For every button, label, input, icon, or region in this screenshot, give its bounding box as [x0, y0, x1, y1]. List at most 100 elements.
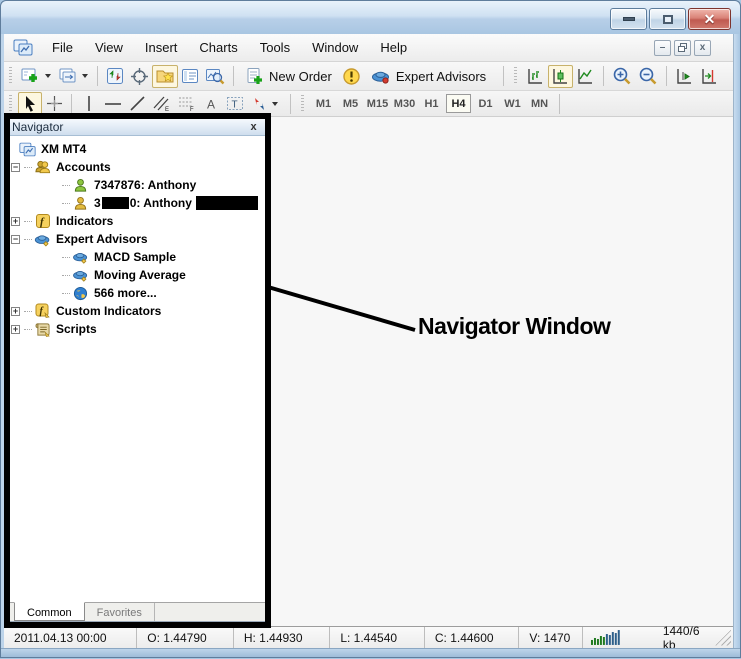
- profiles-icon: [58, 67, 78, 85]
- horizontal-line-tool[interactable]: [101, 92, 125, 115]
- arrows-dropdown-caret[interactable]: [272, 102, 278, 106]
- tree-item-moving-average[interactable]: Moving Average: [6, 266, 265, 284]
- tab-favorites[interactable]: Favorites: [85, 603, 155, 621]
- expand-toggle-icon[interactable]: +: [11, 307, 20, 316]
- status-volume: V: 1470: [519, 627, 582, 648]
- navigator-titlebar[interactable]: Navigator x: [6, 119, 265, 136]
- toolbar-grip[interactable]: [8, 67, 13, 85]
- crosshair-target-icon: [130, 67, 149, 86]
- arrows-tool[interactable]: [247, 92, 271, 115]
- bar-chart-button[interactable]: [523, 65, 548, 88]
- tree-item-custom-indicators[interactable]: + f Custom Indicators: [6, 302, 265, 320]
- menu-tools[interactable]: Tools: [249, 35, 301, 60]
- fibonacci-tool[interactable]: F: [174, 92, 199, 115]
- mt4-main-window: ✕ File View Insert Charts Tools Window H…: [0, 0, 741, 658]
- close-button[interactable]: ✕: [688, 8, 731, 30]
- tree-item-account-2[interactable]: 30: Anthony: [6, 194, 265, 212]
- child-restore-button[interactable]: [674, 40, 691, 56]
- text-label-icon: T: [226, 95, 244, 112]
- profiles-dropdown-caret[interactable]: [82, 74, 88, 78]
- cursor-tool-button[interactable]: [18, 92, 42, 115]
- tree-label: Expert Advisors: [56, 232, 148, 246]
- tree-connector: [24, 239, 32, 240]
- menu-insert[interactable]: Insert: [134, 35, 189, 60]
- tree-item-more[interactable]: 566 more...: [6, 284, 265, 302]
- profiles-button[interactable]: [55, 65, 81, 88]
- menu-view[interactable]: View: [84, 35, 134, 60]
- zoom-in-button[interactable]: [609, 65, 635, 88]
- timeframe-m15[interactable]: M15: [365, 94, 390, 113]
- menu-charts[interactable]: Charts: [188, 35, 248, 60]
- menu-help[interactable]: Help: [369, 35, 418, 60]
- text-label-tool[interactable]: T: [223, 92, 247, 115]
- collapse-toggle-icon[interactable]: −: [11, 163, 20, 172]
- redaction-box: [102, 197, 129, 209]
- navigator-button[interactable]: [152, 65, 178, 88]
- separator: [290, 94, 291, 114]
- tree-item-scripts[interactable]: + Scripts: [6, 320, 265, 338]
- tree-label: 7347876: Anthony: [94, 178, 196, 192]
- vertical-line-tool[interactable]: [77, 92, 101, 115]
- tree-label: Indicators: [56, 214, 113, 228]
- resize-grip[interactable]: [715, 630, 731, 646]
- collapse-toggle-icon[interactable]: −: [11, 235, 20, 244]
- tree-connector: [24, 221, 32, 222]
- svg-text:E: E: [165, 107, 169, 112]
- text-tool[interactable]: A: [199, 92, 223, 115]
- timeframe-m30[interactable]: M30: [392, 94, 417, 113]
- market-watch-button[interactable]: [103, 65, 127, 88]
- timeframe-m1[interactable]: M1: [311, 94, 336, 113]
- tree-item-broker[interactable]: XM MT4: [6, 140, 265, 158]
- candlestick-chart-button[interactable]: [548, 65, 573, 88]
- annotation-label: Navigator Window: [418, 313, 610, 340]
- vertical-line-icon: [82, 95, 96, 112]
- crosshair-icon: [46, 95, 63, 112]
- expand-toggle-icon[interactable]: +: [11, 217, 20, 226]
- tree-item-account-1[interactable]: 7347876: Anthony: [6, 176, 265, 194]
- menu-window[interactable]: Window: [301, 35, 369, 60]
- window-border-right: [733, 34, 740, 648]
- auto-scroll-button[interactable]: [672, 65, 697, 88]
- terminal-button[interactable]: [178, 65, 202, 88]
- strategy-tester-button[interactable]: [202, 65, 228, 88]
- timeframe-h4[interactable]: H4: [446, 94, 471, 113]
- expand-toggle-icon[interactable]: +: [11, 325, 20, 334]
- timeframe-m5[interactable]: M5: [338, 94, 363, 113]
- toolbar-grip[interactable]: [300, 95, 305, 113]
- child-minimize-button[interactable]: –: [654, 40, 671, 56]
- navigator-close-icon[interactable]: x: [247, 121, 260, 133]
- new-chart-button[interactable]: [18, 65, 44, 88]
- trendline-tool[interactable]: [125, 92, 149, 115]
- maximize-button[interactable]: [649, 8, 686, 30]
- timeframe-h1[interactable]: H1: [419, 94, 444, 113]
- zoom-in-icon: [612, 66, 632, 86]
- tree-item-accounts[interactable]: − Accounts: [6, 158, 265, 176]
- separator: [666, 66, 667, 86]
- crosshair-tool-button[interactable]: [42, 92, 66, 115]
- expert-advisors-button[interactable]: Expert Advisors: [364, 65, 493, 88]
- timeframe-d1[interactable]: D1: [473, 94, 498, 113]
- zoom-out-button[interactable]: [635, 65, 661, 88]
- tree-item-macd-sample[interactable]: MACD Sample: [6, 248, 265, 266]
- toolbar-grip[interactable]: [8, 95, 13, 113]
- redaction-box: [196, 196, 258, 210]
- line-chart-button[interactable]: [573, 65, 598, 88]
- alert-button[interactable]: [339, 65, 364, 88]
- globe-icon: [72, 285, 89, 301]
- toolbar-grip[interactable]: [513, 67, 518, 85]
- child-close-button[interactable]: x: [694, 40, 711, 56]
- equidistant-channel-tool[interactable]: E: [149, 92, 174, 115]
- chart-shift-button[interactable]: [697, 65, 722, 88]
- fibonacci-icon: F: [177, 95, 196, 112]
- tree-item-indicators[interactable]: + f Indicators: [6, 212, 265, 230]
- data-window-button[interactable]: [127, 65, 152, 88]
- new-order-button[interactable]: New Order: [239, 65, 339, 88]
- tree-label: Scripts: [56, 322, 97, 336]
- minimize-button[interactable]: [610, 8, 647, 30]
- new-chart-dropdown-caret[interactable]: [45, 74, 51, 78]
- timeframe-w1[interactable]: W1: [500, 94, 525, 113]
- tree-item-expert-advisors[interactable]: − Expert Advisors: [6, 230, 265, 248]
- tab-common[interactable]: Common: [14, 602, 85, 621]
- timeframe-mn[interactable]: MN: [527, 94, 552, 113]
- menu-file[interactable]: File: [41, 35, 84, 60]
